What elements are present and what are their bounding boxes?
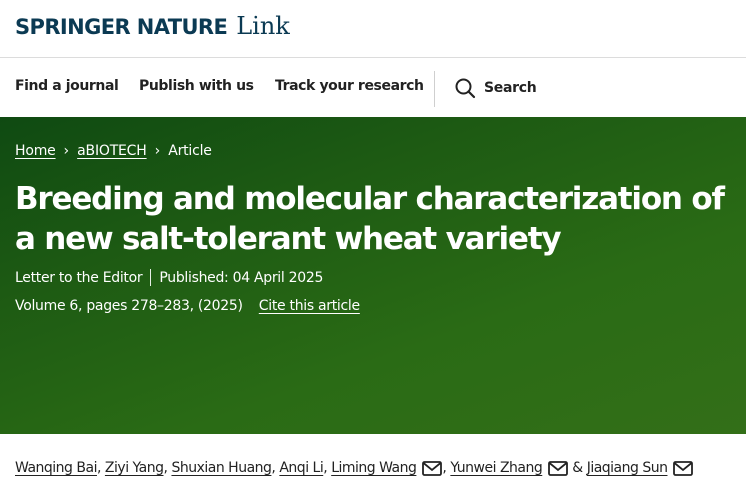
logo-brand-text: SPRINGER NATURE	[15, 15, 228, 39]
author-list: Wanqing Bai, Ziyi Yang, Shuxian Huang, A…	[15, 460, 735, 476]
author-link[interactable]: Ziyi Yang	[105, 460, 164, 476]
author-link[interactable]: Shuxian Huang	[171, 460, 271, 476]
site-header: SPRINGER NATURE Link	[0, 0, 746, 58]
nav-track-research[interactable]: Track your research	[275, 78, 424, 94]
cite-this-article-link[interactable]: Cite this article	[259, 298, 360, 314]
article-hero: Home › aBIOTECH › Article Breeding and m…	[0, 117, 746, 434]
breadcrumb-journal[interactable]: aBIOTECH	[77, 143, 147, 159]
breadcrumb: Home › aBIOTECH › Article	[15, 143, 212, 159]
author-separator: &	[572, 460, 583, 476]
breadcrumb-chevron-icon: ›	[63, 143, 70, 159]
author-link[interactable]: Anqi Li	[279, 460, 323, 476]
article-type: Letter to the Editor	[15, 269, 143, 286]
meta-divider	[150, 269, 152, 286]
nav-find-journal[interactable]: Find a journal	[15, 78, 119, 94]
search-icon	[454, 77, 476, 99]
article-volume: Volume 6, pages 278–283, (2025)	[15, 298, 243, 314]
search-button[interactable]: Search	[454, 77, 537, 99]
search-label: Search	[484, 80, 537, 96]
author-link[interactable]: Wanqing Bai	[15, 460, 97, 476]
article-title: Breeding and molecular characterization …	[15, 181, 725, 257]
author-separator: ,	[442, 460, 447, 476]
article-meta: Letter to the Editor Published: 04 April…	[15, 269, 323, 286]
author-separator: ,	[271, 460, 276, 476]
email-icon[interactable]	[422, 460, 443, 476]
nav-publish-with-us[interactable]: Publish with us	[139, 78, 254, 94]
author-separator: ,	[323, 460, 328, 476]
author-link[interactable]: Yunwei Zhang	[450, 460, 542, 476]
author-separator: ,	[163, 460, 168, 476]
article-published-date: Published: 04 April 2025	[159, 269, 324, 286]
email-icon[interactable]	[673, 460, 694, 476]
breadcrumb-chevron-icon: ›	[154, 143, 161, 159]
email-icon[interactable]	[548, 460, 569, 476]
logo-product-text: Link	[236, 12, 290, 40]
author-link[interactable]: Jiaqiang Sun	[587, 460, 668, 476]
nav-divider	[434, 71, 435, 107]
author-link[interactable]: Liming Wang	[331, 460, 417, 476]
author-separator: ,	[96, 460, 101, 476]
main-navigation: Find a journal Publish with us Track you…	[0, 59, 746, 117]
breadcrumb-current: Article	[168, 143, 212, 159]
springer-nature-link-logo[interactable]: SPRINGER NATURE Link	[15, 12, 290, 40]
article-citation-line: Volume 6, pages 278–283, (2025) Cite thi…	[15, 298, 360, 314]
breadcrumb-home[interactable]: Home	[15, 143, 56, 159]
